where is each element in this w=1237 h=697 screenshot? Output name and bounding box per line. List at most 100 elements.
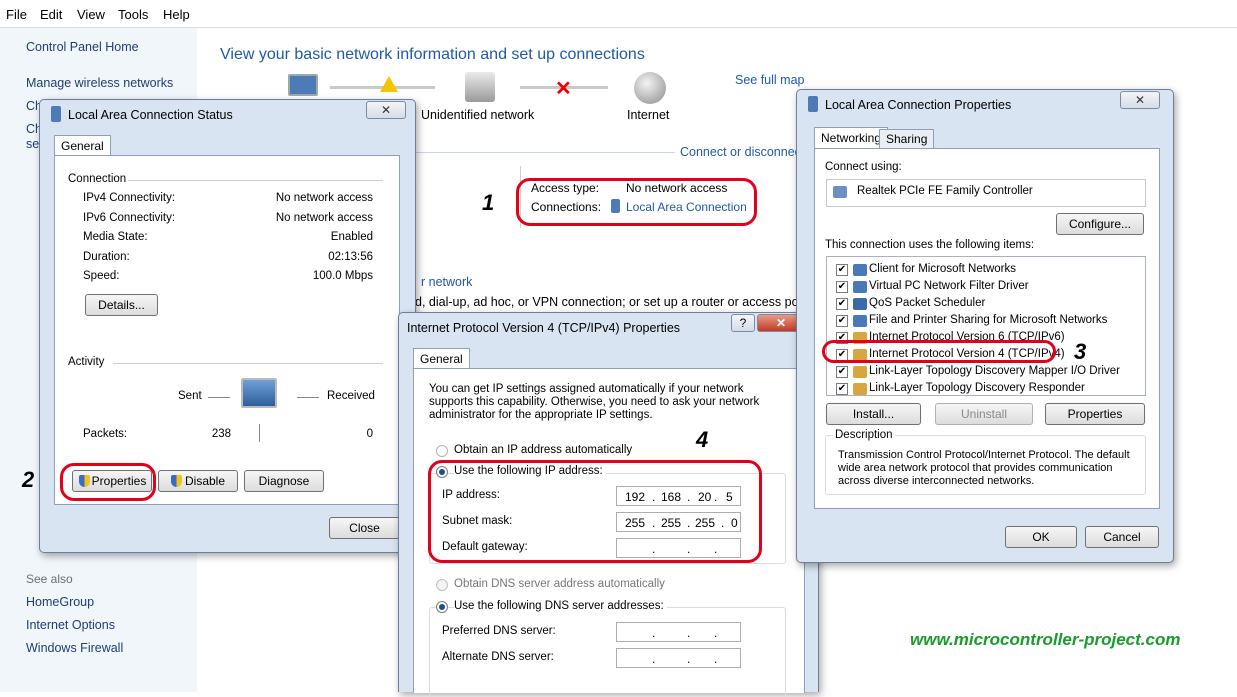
list-item[interactable]: ✔ Link-Layer Topology Discovery Responder [827,381,1145,398]
install-button[interactable]: Install... [826,403,921,425]
cancel-button[interactable]: Cancel [1085,526,1159,548]
item-checkbox[interactable]: ✔ [836,383,848,395]
list-item[interactable]: ✔ File and Printer Sharing for Microsoft … [827,313,1145,330]
obtain-dns-auto-label: Obtain DNS server address automatically [454,578,665,590]
nav-windows-firewall[interactable]: Windows Firewall [26,641,123,655]
obtain-ip-auto-radio[interactable] [436,445,448,457]
menu-help[interactable]: Help [163,7,190,22]
obtain-dns-auto-radio[interactable] [436,579,448,591]
item-checkbox[interactable]: ✔ [836,315,848,327]
menu-tools[interactable]: Tools [118,7,148,22]
diagnose-button[interactable]: Diagnose [244,470,324,492]
ipv4-dialog-title: Internet Protocol Version 4 (TCP/IPv4) P… [407,321,681,335]
annotation-ring-2 [60,463,156,501]
lan-close-icon[interactable]: ✕ [1120,91,1160,109]
ipv6-connectivity-label: IPv6 Connectivity: [83,212,176,224]
component-icon [853,366,867,378]
network-activity-icon [241,378,277,408]
warning-icon [380,76,398,92]
ipv4-intro-text: You can get IP settings assigned automat… [429,383,760,421]
packets-label: Packets: [83,428,128,440]
annotation-ring-3 [822,340,1056,363]
nav-homegroup[interactable]: HomeGroup [26,595,94,609]
alternate-dns-label: Alternate DNS server: [442,651,554,663]
dns-dot: . [652,652,656,666]
separator [113,363,383,364]
obtain-ip-auto-label: Obtain an IP address automatically [454,444,633,456]
lan-icon [808,96,818,112]
component-icon [853,281,867,293]
tab-sharing[interactable]: Sharing [879,129,935,148]
dns-dot: . [714,626,718,640]
use-following-dns-label: Use the following DNS server addresses: [454,600,667,612]
item-checkbox[interactable]: ✔ [836,281,848,293]
menu-bar: File Edit View Tools Help [0,0,1237,28]
item-checkbox[interactable]: ✔ [836,366,848,378]
ipv4-connectivity-label: IPv4 Connectivity: [83,192,176,204]
menu-edit[interactable]: Edit [40,7,62,22]
component-icon [853,264,867,276]
tab-general[interactable]: General [413,348,470,368]
disable-label: Disable [184,474,226,488]
help-icon[interactable]: ? [731,314,755,332]
media-state-value: Enabled [330,231,373,243]
alternate-dns-input[interactable]: . . . [616,648,741,668]
uninstall-button[interactable]: Uninstall [935,403,1033,425]
see-full-map-link[interactable]: See full map [735,73,804,87]
nav-internet-options[interactable]: Internet Options [26,618,115,632]
close-button[interactable]: Close [329,517,400,539]
item-checkbox[interactable]: ✔ [836,264,848,276]
annotation-ring-4 [428,460,762,563]
packets-sent-value: 238 [211,428,231,440]
tab-networking[interactable]: Networking [814,127,889,148]
disable-button[interactable]: Disable [158,470,238,492]
received-label: Received [327,390,375,402]
ok-button[interactable]: OK [1005,526,1077,548]
annotation-1: 1 [482,190,495,215]
sent-label: Sent [178,390,202,402]
annotation-2: 2 [22,467,35,492]
lan-icon [51,106,61,122]
annotation-4: 4 [696,427,709,452]
status-panel: Connection IPv4 Connectivity: No network… [54,155,400,505]
list-item[interactable]: ✔ Client for Microsoft Networks [827,262,1145,279]
item-label: QoS Packet Scheduler [869,297,986,309]
item-label: Link-Layer Topology Discovery Mapper I/O… [869,365,1120,377]
duration-label: Duration: [83,251,130,263]
configure-button[interactable]: Configure... [1056,213,1144,235]
menu-file[interactable]: File [6,7,27,22]
item-properties-button[interactable]: Properties [1045,403,1145,425]
watermark-text: www.microcontroller-project.com [910,630,1181,649]
item-checkbox[interactable]: ✔ [836,298,848,310]
setup-description: d, dial-up, ad hoc, or VPN connection; o… [415,295,816,309]
items-label: This connection uses the following items… [825,239,1035,251]
nav-manage-wireless[interactable]: Manage wireless networks [26,76,173,90]
menu-view[interactable]: View [77,7,105,22]
media-state-label: Media State: [83,231,148,243]
nav-control-panel-home[interactable]: Control Panel Home [26,40,139,54]
preferred-dns-input[interactable]: . . . [616,622,741,642]
list-item[interactable]: ✔ Link-Layer Topology Discovery Mapper I/… [827,364,1145,381]
network-icon [465,72,495,102]
speed-label: Speed: [83,270,120,282]
connect-using-label: Connect using: [825,161,902,173]
use-following-dns-radio[interactable] [436,601,448,613]
setup-network-link[interactable]: r network [421,275,472,289]
list-item[interactable]: ✔ Virtual PC Network Filter Driver [827,279,1145,296]
preferred-dns-label: Preferred DNS server: [442,625,556,637]
component-icon [853,315,867,327]
status-close-icon[interactable]: ✕ [366,101,406,119]
item-label: Link-Layer Topology Discovery Responder [869,382,1085,394]
connect-disconnect-link[interactable]: Connect or disconnect [680,145,804,159]
description-heading: Description [833,429,895,441]
speed-value: 100.0 Mbps [312,270,373,282]
list-item[interactable]: ✔ QoS Packet Scheduler [827,296,1145,313]
packets-divider [259,424,260,442]
tab-general[interactable]: General [54,135,111,155]
networking-panel: Connect using: Realtek PCIe FE Family Co… [814,148,1160,509]
unidentified-network-label: Unidentified network [421,108,535,122]
details-button[interactable]: Details... [85,294,158,316]
component-icon [853,383,867,395]
connection-heading: Connection [68,173,127,185]
received-line [297,397,319,398]
